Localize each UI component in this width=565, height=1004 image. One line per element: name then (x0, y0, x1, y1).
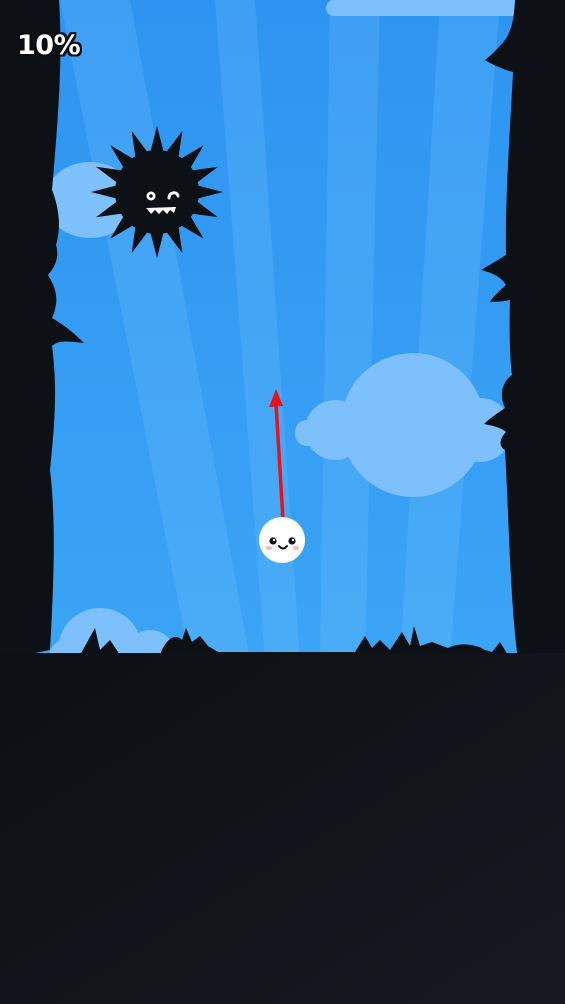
spiky-monster-enemy (91, 126, 223, 258)
ground (0, 653, 565, 1004)
white-ball-player[interactable] (259, 517, 305, 563)
cloud-top (326, 0, 526, 16)
player-left-eye (269, 537, 277, 545)
game-scene[interactable] (0, 0, 565, 1004)
player-right-eye (288, 537, 296, 545)
player-left-cheek (266, 546, 272, 550)
progress-percentage: 10% (17, 30, 81, 61)
player-right-cheek (293, 546, 299, 550)
